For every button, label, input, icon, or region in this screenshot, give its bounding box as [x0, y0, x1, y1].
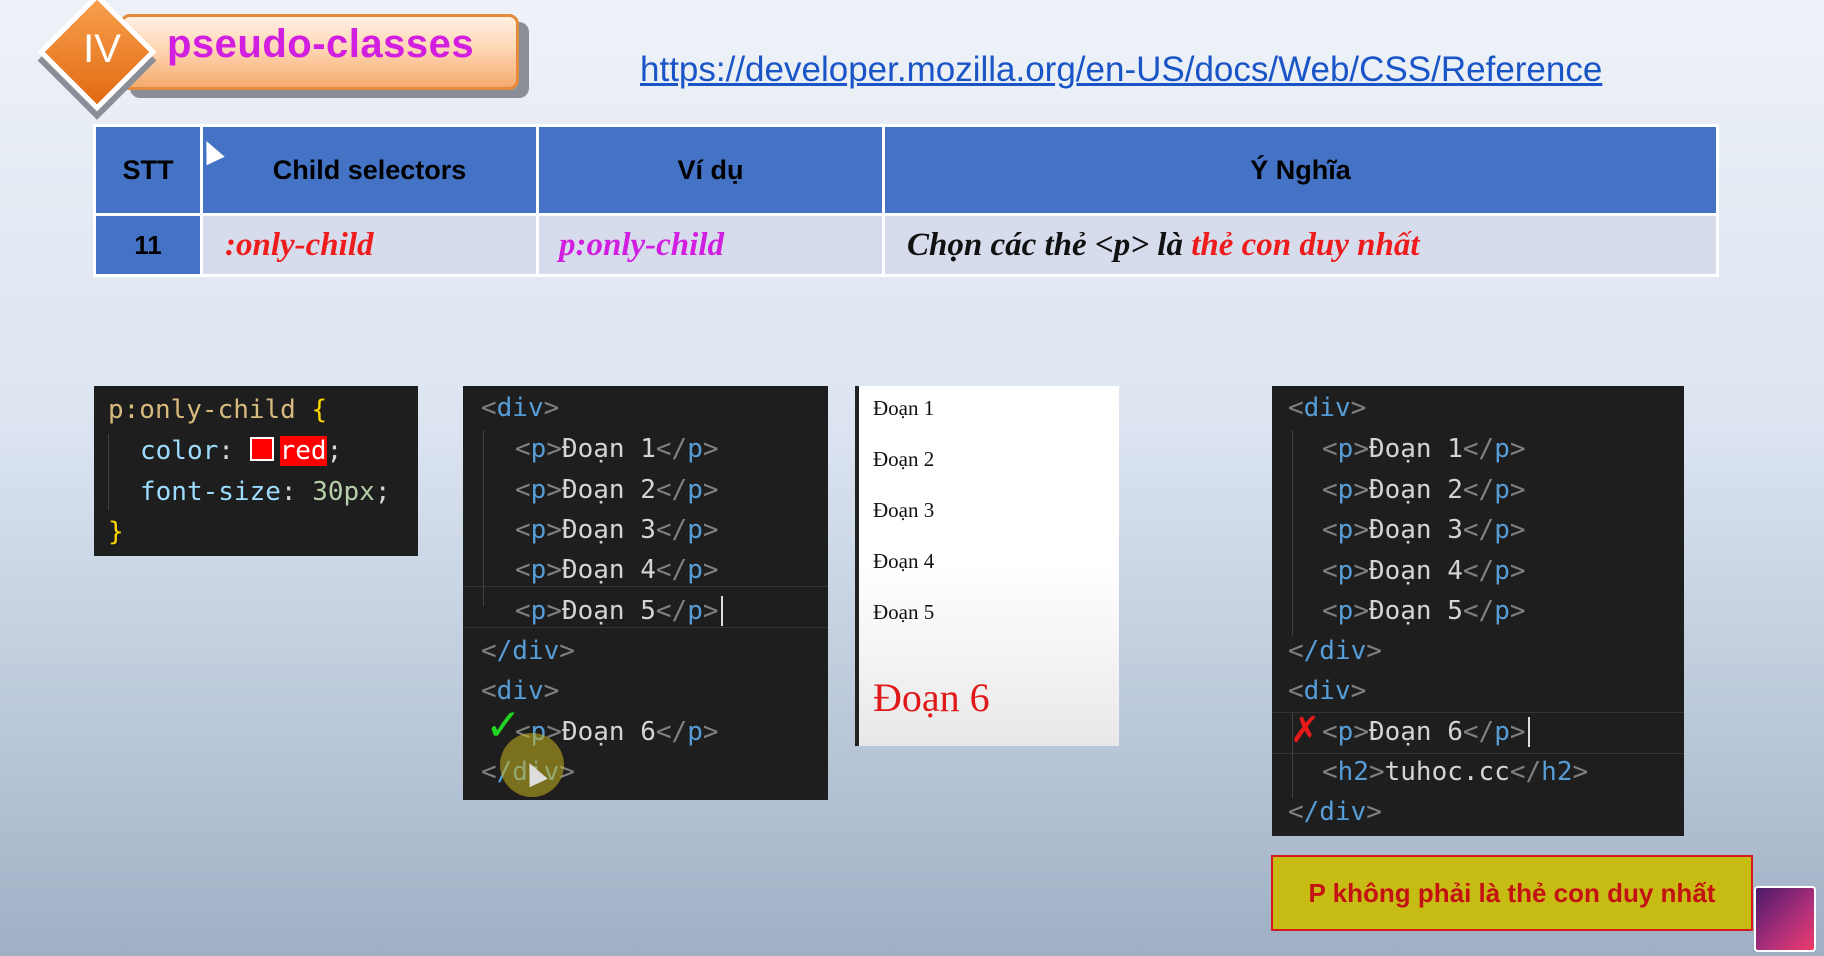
- code-line-div-close: </div>: [1288, 636, 1382, 666]
- tag-div: div: [496, 393, 544, 423]
- css-close-brace: }: [108, 517, 124, 547]
- tag-div-close: /div: [496, 636, 560, 666]
- code-line-h2: <h2>tuhoc.cc</h2>: [1322, 757, 1589, 787]
- p-text: Đoạn 3: [561, 515, 656, 545]
- p-text: Đoạn 1: [561, 434, 656, 464]
- code-line-div-open: <div>: [1288, 393, 1367, 423]
- code-line-p: <p>Đoạn 5</p>: [1322, 596, 1526, 626]
- code-line-p: <p>Đoạn 2</p>: [1322, 475, 1526, 505]
- row-selector-text: :only-child: [225, 226, 374, 263]
- indent-guide: [483, 430, 484, 606]
- h2-text: tuhoc.cc: [1384, 757, 1510, 787]
- note-box: P không phải là thẻ con duy nhất: [1271, 855, 1753, 931]
- reference-link[interactable]: https://developer.mozilla.org/en-US/docs…: [640, 50, 1602, 90]
- row-example-text: p:only-child: [559, 226, 724, 263]
- code-line-div-close: </div>: [481, 636, 575, 666]
- header-child-selectors: Child selectors: [200, 124, 539, 216]
- p-text: Đoạn 6: [561, 717, 656, 747]
- text-caret: [720, 596, 723, 626]
- row-stt: 11: [93, 213, 203, 277]
- tag-div-close: /div: [1303, 797, 1367, 827]
- preview-p: Đoạn 2: [873, 447, 935, 471]
- code-line-div-close: </div>: [1288, 797, 1382, 827]
- code-line-p: <p>Đoạn 2</p>: [515, 475, 719, 505]
- code-line-p: <p>Đoạn 1</p>: [1322, 434, 1526, 464]
- channel-avatar[interactable]: [1754, 886, 1816, 952]
- code-line-p: <p>Đoạn 4</p>: [1322, 556, 1526, 586]
- code-line-p6: <p>Đoạn 6</p>: [1322, 712, 1530, 752]
- css-value-red: red: [279, 436, 327, 466]
- preview-p: Đoạn 4: [873, 549, 935, 573]
- table-row: 11 :only-child p:only-child Chọn các thẻ…: [93, 213, 1719, 277]
- text-caret: [1527, 717, 1530, 747]
- code-line-p: <p>Đoạn 1</p>: [515, 434, 719, 464]
- css-selector: p:only-child: [108, 395, 296, 425]
- cross-icon: ✗: [1290, 710, 1321, 751]
- table-header-row: STT Child selectors Ví dụ Ý Nghĩa: [93, 124, 1719, 216]
- code-line-div-open: <div>: [1288, 676, 1367, 706]
- header-example: Ví dụ: [536, 124, 885, 216]
- html-code-panel-2: <div> <p>Đoạn 1</p> <p>Đoạn 2</p> <p>Đoạ…: [1272, 386, 1684, 836]
- code-line-p: <p>Đoạn 4</p>: [515, 555, 719, 585]
- preview-p: Đoạn 1: [873, 396, 935, 420]
- code-line-p: <p>Đoạn 3</p>: [1322, 515, 1526, 545]
- css-line-font-size: font-size: 30px;: [140, 477, 391, 507]
- code-line-div-open: <div>: [481, 393, 560, 423]
- p-text: Đoạn 3: [1368, 515, 1463, 545]
- p-text: Đoạn 4: [1368, 556, 1463, 586]
- browser-preview: Đoạn 1 Đoạn 2 Đoạn 3 Đoạn 4 Đoạn 5 Đoạn …: [855, 386, 1119, 746]
- row-meaning: Chọn các thẻ <p> là thẻ con duy nhất: [882, 213, 1719, 277]
- tag-div: div: [1303, 393, 1351, 423]
- header-stt: STT: [93, 124, 203, 216]
- css-line-color: color: red;: [140, 436, 343, 466]
- section-title: pseudo-classes: [167, 22, 475, 66]
- tag-div: div: [1303, 676, 1351, 706]
- css-line-close: }: [108, 512, 124, 552]
- row-meaning-prefix: Chọn các thẻ <p> là: [907, 226, 1192, 263]
- css-value-font-size: 30px: [312, 477, 375, 507]
- p-text: Đoạn 2: [1368, 475, 1463, 505]
- tag-div-close: /div: [1303, 636, 1367, 666]
- color-swatch[interactable]: [249, 437, 274, 461]
- css-code-panel: p:only-child { color: red; font-size: 30…: [94, 386, 418, 556]
- css-prop-font-size: font-size: [140, 477, 281, 507]
- css-open-brace: {: [311, 395, 328, 425]
- p-text: Đoạn 6: [1368, 717, 1463, 747]
- preview-only-child: Đoạn 6: [873, 675, 990, 720]
- p-text: Đoạn 1: [1368, 434, 1463, 464]
- section-number: IV: [83, 27, 121, 71]
- indent-guide: [108, 434, 109, 510]
- code-line-p: <p>Đoạn 3</p>: [515, 515, 719, 545]
- selector-table: STT Child selectors Ví dụ Ý Nghĩa 11 :on…: [93, 124, 1719, 277]
- css-line-selector: p:only-child {: [108, 390, 327, 430]
- p-text: Đoạn 5: [561, 596, 656, 626]
- header-meaning: Ý Nghĩa: [882, 124, 1719, 216]
- p-text: Đoạn 5: [1368, 596, 1463, 626]
- p-text: Đoạn 2: [561, 475, 656, 505]
- indent-guide: [1292, 430, 1293, 636]
- row-example: p:only-child: [536, 213, 885, 277]
- preview-p: Đoạn 3: [873, 498, 935, 522]
- css-prop-color: color: [140, 436, 219, 466]
- row-selector: :only-child: [200, 213, 539, 277]
- code-line-p: <p>Đoạn 5</p>: [515, 591, 723, 631]
- p-text: Đoạn 4: [561, 555, 656, 585]
- preview-p: Đoạn 5: [873, 600, 935, 624]
- row-meaning-highlight: thẻ con duy nhất: [1191, 226, 1420, 263]
